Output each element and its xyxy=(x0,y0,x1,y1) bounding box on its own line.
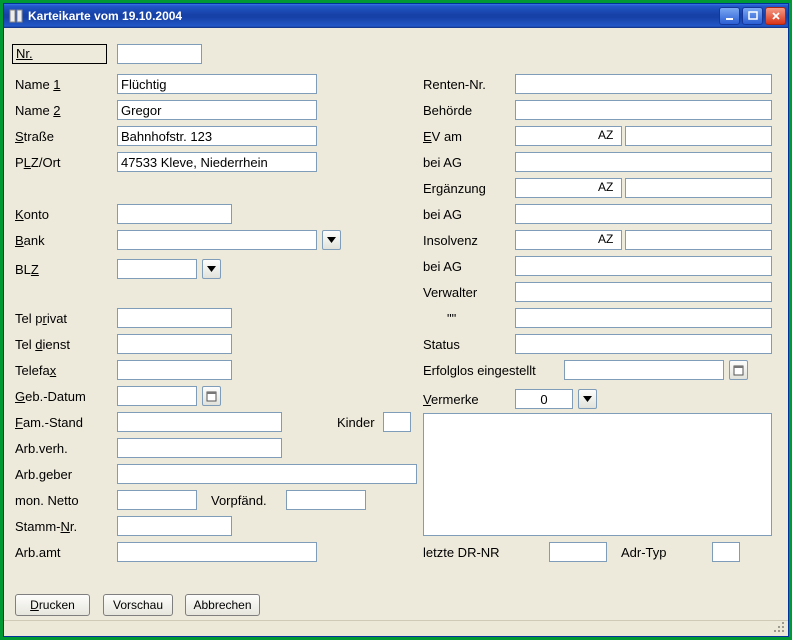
evam-az-input[interactable] xyxy=(625,126,772,146)
abbrechen-button[interactable]: Abbrechen xyxy=(185,594,260,616)
vorpf-input[interactable] xyxy=(286,490,366,510)
letzte-label: letzte DR-NR xyxy=(423,545,500,560)
kinder-input[interactable] xyxy=(383,412,411,432)
stammnr-input[interactable] xyxy=(117,516,232,536)
insolvenz-label: Insolvenz xyxy=(423,233,478,248)
telpriv-label: Tel privat xyxy=(15,311,67,326)
arbgeber-input[interactable] xyxy=(117,464,417,484)
vermerke-textarea[interactable] xyxy=(423,413,772,536)
verwalter-input[interactable] xyxy=(515,282,772,302)
rentennr-input[interactable] xyxy=(515,74,772,94)
arbamt-input[interactable] xyxy=(117,542,317,562)
status-label: Status xyxy=(423,337,460,352)
vermerke-dropdown-button[interactable] xyxy=(578,389,597,409)
evam-label: EV am xyxy=(423,129,462,144)
drucken-button[interactable]: Drucken xyxy=(15,594,90,616)
kinder-label: Kinder xyxy=(337,415,375,430)
status-input[interactable] xyxy=(515,334,772,354)
window-buttons xyxy=(719,7,786,25)
behoerde-input[interactable] xyxy=(515,100,772,120)
gebdatum-calendar-button[interactable] xyxy=(202,386,221,406)
monnetto-label: mon. Netto xyxy=(15,493,79,508)
window-title: Karteikarte vom 19.10.2004 xyxy=(28,9,719,23)
arbgeber-label: Arb.geber xyxy=(15,467,72,482)
maximize-button[interactable] xyxy=(742,7,763,25)
beiag3-input[interactable] xyxy=(515,256,772,276)
beiag2-input[interactable] xyxy=(515,204,772,224)
vermerke-label: Vermerke xyxy=(423,392,479,407)
arbamt-label: Arb.amt xyxy=(15,545,61,560)
minimize-button[interactable] xyxy=(719,7,740,25)
gebdatum-input[interactable] xyxy=(117,386,197,406)
bank-label: Bank xyxy=(15,233,45,248)
name1-label: Name 1 xyxy=(15,77,61,92)
letzte-input[interactable] xyxy=(549,542,607,562)
telefax-label: Telefax xyxy=(15,363,56,378)
verwalter2-input[interactable] xyxy=(515,308,772,328)
telefax-input[interactable] xyxy=(117,360,232,380)
az-label-2: AZ xyxy=(598,180,613,194)
titlebar: Karteikarte vom 19.10.2004 xyxy=(4,4,788,28)
konto-label: Konto xyxy=(15,207,49,222)
famstand-input[interactable] xyxy=(117,412,282,432)
nr-label-box: Nr. xyxy=(12,44,107,64)
konto-input[interactable] xyxy=(117,204,232,224)
vermerke-count-input[interactable] xyxy=(515,389,573,409)
close-button[interactable] xyxy=(765,7,786,25)
blz-label: BLZ xyxy=(15,262,39,277)
resize-grip-icon[interactable] xyxy=(774,622,786,634)
strasse-input[interactable] xyxy=(117,126,317,146)
vorpf-label: Vorpfänd. xyxy=(211,493,267,508)
blz-dropdown-button[interactable] xyxy=(202,259,221,279)
arbverh-label: Arb.verh. xyxy=(15,441,68,456)
stammnr-label: Stamm-Nr. xyxy=(15,519,77,534)
name2-input[interactable] xyxy=(117,100,317,120)
rentennr-label: Renten-Nr. xyxy=(423,77,486,92)
gebdatum-label: Geb.-Datum xyxy=(15,389,86,404)
behoerde-label: Behörde xyxy=(423,103,472,118)
teldienst-label: Tel dienst xyxy=(15,337,70,352)
az-label-3: AZ xyxy=(598,232,613,246)
teldienst-input[interactable] xyxy=(117,334,232,354)
famstand-label: Fam.-Stand xyxy=(15,415,83,430)
erfolglos-input[interactable] xyxy=(564,360,724,380)
telpriv-input[interactable] xyxy=(117,308,232,328)
statusbar xyxy=(4,620,788,636)
app-icon xyxy=(8,8,24,24)
nr-input[interactable] xyxy=(117,44,202,64)
arbverh-input[interactable] xyxy=(117,438,282,458)
nr-label: Nr. xyxy=(16,46,33,61)
name1-input[interactable] xyxy=(117,74,317,94)
monnetto-input[interactable] xyxy=(117,490,197,510)
erg-az-input[interactable] xyxy=(625,178,772,198)
vorschau-button[interactable]: Vorschau xyxy=(103,594,173,616)
form-area: Nr. Name 1 Name 2 Straße PLZ/Ort Konto B… xyxy=(4,28,788,636)
beiag3-label: bei AG xyxy=(423,259,462,274)
plzort-input[interactable] xyxy=(117,152,317,172)
beiag1-input[interactable] xyxy=(515,152,772,172)
erfolglos-label: Erfolglos eingestellt xyxy=(423,363,536,378)
plzort-label: PLZ/Ort xyxy=(15,155,61,170)
ins-az-input[interactable] xyxy=(625,230,772,250)
strasse-label: Straße xyxy=(15,129,54,144)
verwalter-label: Verwalter xyxy=(423,285,477,300)
app-window: Karteikarte vom 19.10.2004 Nr. Name 1 Na… xyxy=(3,3,789,637)
adrtyp-input[interactable] xyxy=(712,542,740,562)
az-label-1: AZ xyxy=(598,128,613,142)
bank-dropdown-button[interactable] xyxy=(322,230,341,250)
bank-input[interactable] xyxy=(117,230,317,250)
ergaenzung-label: Ergänzung xyxy=(423,181,486,196)
beiag2-label: bei AG xyxy=(423,207,462,222)
quotes-label: "" xyxy=(447,311,456,326)
blz-input[interactable] xyxy=(117,259,197,279)
adrtyp-label: Adr-Typ xyxy=(621,545,667,560)
erfolglos-calendar-button[interactable] xyxy=(729,360,748,380)
beiag1-label: bei AG xyxy=(423,155,462,170)
name2-label: Name 2 xyxy=(15,103,61,118)
